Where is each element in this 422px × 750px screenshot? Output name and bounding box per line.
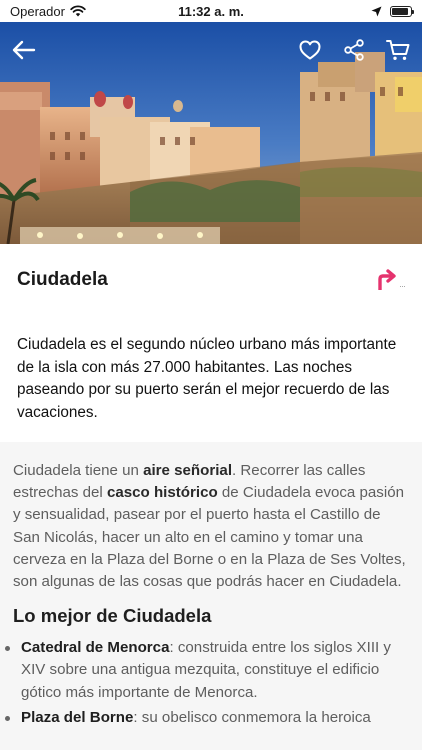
- back-arrow-icon: [12, 40, 36, 60]
- best-of-heading: Lo mejor de Ciudadela: [13, 605, 212, 627]
- directions-button[interactable]: ···: [376, 269, 406, 291]
- back-button[interactable]: [10, 36, 38, 64]
- hero-toolbar: [0, 30, 422, 70]
- heart-icon: [299, 40, 321, 60]
- list-item-text: : su obelisco conmemora la heroica: [133, 708, 371, 726]
- hero-image: [0, 22, 422, 244]
- status-bar: Operador 11:32 a. m.: [0, 0, 422, 22]
- title-row: Ciudadela ···: [0, 244, 422, 316]
- directions-dots-icon: ···: [399, 281, 406, 291]
- battery-fill: [392, 7, 409, 15]
- status-left: Operador: [10, 4, 150, 19]
- directions-arrow-icon: [378, 269, 396, 290]
- body-text-1: Ciudadela tiene un: [13, 462, 144, 479]
- body-paragraph: Ciudadela tiene un aire señorial. Recorr…: [0, 442, 422, 593]
- cart-icon: [386, 40, 410, 60]
- list-item-name: Catedral de Menorca: [21, 639, 170, 657]
- cart-button[interactable]: [384, 36, 412, 64]
- list-item: Plaza del Borne: su obelisco conmemora l…: [5, 707, 409, 729]
- location-arrow-icon: [371, 6, 382, 16]
- body-bold-2: casco histórico: [106, 484, 218, 502]
- list-item: Catedral de Menorca: construida entre lo…: [5, 637, 409, 704]
- best-of-list: Catedral de Menorca: construida entre lo…: [0, 627, 422, 729]
- carrier-label: Operador: [10, 3, 65, 19]
- status-right: [272, 5, 414, 17]
- content-scroll[interactable]: Ciudadela es el segundo núcleo urbano má…: [0, 316, 422, 750]
- intro-text: Ciudadela es el segundo núcleo urbano má…: [0, 316, 422, 442]
- list-item-name: Plaza del Borne: [21, 708, 134, 726]
- page-title: Ciudadela: [17, 269, 108, 290]
- battery-icon: [390, 5, 414, 17]
- status-time: 11:32 a. m.: [178, 3, 244, 19]
- body-bold-1: aire señorial: [143, 462, 233, 479]
- share-button[interactable]: [340, 36, 368, 64]
- favorite-button[interactable]: [296, 36, 324, 64]
- toolbar-actions: [296, 36, 412, 64]
- share-icon: [344, 39, 364, 61]
- wifi-icon: [70, 5, 86, 17]
